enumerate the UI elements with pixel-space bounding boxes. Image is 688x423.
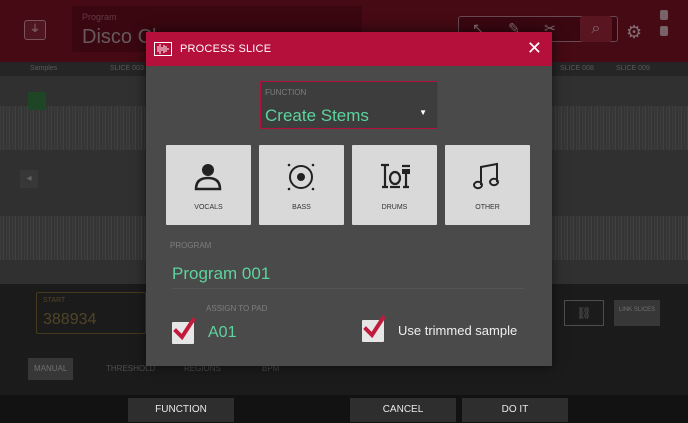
check-icon <box>363 315 386 339</box>
assign-to-pad-label: ASSIGN TO PAD <box>206 304 268 313</box>
stem-label: VOCALS <box>194 204 223 211</box>
bottom-bar: FUNCTION CANCEL DO IT <box>0 395 688 423</box>
process-slice-dialog: PROCESS SLICE ✕ FUNCTION Create Stems ▼ … <box>146 32 552 366</box>
drum-kit-icon <box>381 163 410 189</box>
close-icon[interactable]: ✕ <box>527 39 542 57</box>
dialog-title: PROCESS SLICE <box>180 43 272 55</box>
program-label: PROGRAM <box>170 241 212 250</box>
use-trimmed-sample-checkbox[interactable] <box>362 315 386 342</box>
program-field[interactable]: Program 001 <box>172 264 270 284</box>
do-it-button[interactable]: DO IT <box>462 398 568 422</box>
chevron-down-icon: ▼ <box>419 108 427 117</box>
check-icon <box>173 317 196 341</box>
stem-label: OTHER <box>475 204 500 211</box>
stem-label: DRUMS <box>381 204 408 211</box>
use-trimmed-sample-label: Use trimmed sample <box>398 323 518 338</box>
stem-bass-button[interactable]: BASS <box>259 145 344 225</box>
cancel-button[interactable]: CANCEL <box>350 398 456 422</box>
function-value: Create Stems <box>265 106 369 125</box>
stem-other-button[interactable]: OTHER <box>445 145 530 225</box>
stem-label: BASS <box>292 204 311 211</box>
assign-to-pad-checkbox[interactable] <box>172 317 196 344</box>
waveform-icon <box>154 42 172 56</box>
assign-pad-value[interactable]: A01 <box>208 324 236 342</box>
person-icon <box>194 164 222 191</box>
dialog-header: PROCESS SLICE ✕ <box>146 32 552 66</box>
divider <box>172 288 524 289</box>
speaker-icon <box>287 163 315 191</box>
stem-drums-button[interactable]: DRUMS <box>352 145 437 225</box>
stem-vocals-button[interactable]: VOCALS <box>166 145 251 225</box>
function-dropdown[interactable]: FUNCTION Create Stems ▼ <box>260 81 438 129</box>
music-note-icon <box>473 162 499 190</box>
function-button[interactable]: FUNCTION <box>128 398 234 422</box>
function-label: FUNCTION <box>265 88 307 97</box>
